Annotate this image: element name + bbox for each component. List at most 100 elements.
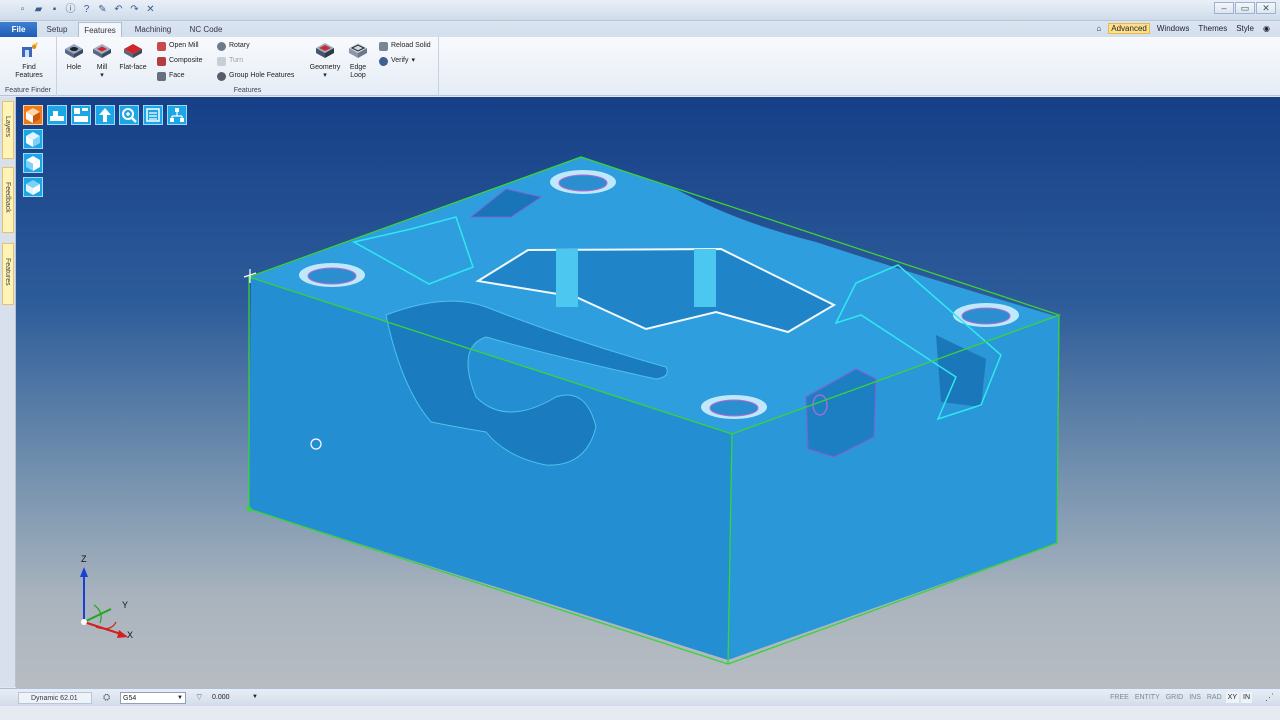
mill-label: Mill xyxy=(96,64,108,71)
style-menu[interactable]: Style xyxy=(1234,24,1256,33)
chevron-down-icon: ▼ xyxy=(252,694,258,700)
find-features-button[interactable]: Find Features xyxy=(10,41,48,80)
mill-dropdown-arrow[interactable]: ▾ xyxy=(89,72,115,80)
cancel-icon[interactable]: ✕ xyxy=(144,3,157,16)
hole-label: Hole xyxy=(66,64,82,71)
dynamic-rotation-status[interactable]: Dynamic 62.01 xyxy=(18,692,92,704)
coordinate-system-select[interactable]: G54 ▼ xyxy=(120,692,186,704)
edge-loop-button[interactable]: Edge Loop xyxy=(344,41,372,80)
flat-face-label: Flat-face xyxy=(119,64,147,71)
verify-icon xyxy=(379,56,388,66)
flag-grid[interactable]: GRID xyxy=(1164,692,1186,703)
coordinate-system-value: G54 xyxy=(123,695,137,702)
open-mill-icon xyxy=(157,41,166,51)
flag-entity[interactable]: ENTITY xyxy=(1133,692,1162,703)
undo-icon[interactable]: ↶ xyxy=(112,3,125,16)
right-menu: ⌂ Advanced Windows Themes Style ◉ xyxy=(1094,23,1272,34)
rotary-label: Rotary xyxy=(229,42,250,49)
window-bottom-edge xyxy=(0,706,1280,720)
group-feature-finder: Find Features Feature Finder xyxy=(0,37,57,96)
ribbon-tab-row: File Setup Features Machining NC Code ⌂ … xyxy=(0,21,1280,37)
hole-right xyxy=(953,303,1019,327)
flat-face-button[interactable]: Flat-face xyxy=(117,41,149,72)
flag-xy[interactable]: XY xyxy=(1225,692,1239,703)
face-icon xyxy=(157,71,166,81)
group-hole-label: Group Hole Features xyxy=(229,72,295,79)
composite-icon xyxy=(157,56,166,66)
window-controls: – ▭ ✕ xyxy=(1214,2,1276,14)
rotary-button[interactable]: Rotary xyxy=(217,40,250,52)
flag-free[interactable]: FREE xyxy=(1108,692,1131,703)
tab-features[interactable]: Features xyxy=(78,22,122,37)
turn-label: Turn xyxy=(229,57,244,64)
redo-icon[interactable]: ↷ xyxy=(128,3,141,16)
mill-button[interactable]: Mill ▾ xyxy=(89,41,115,80)
hole-icon xyxy=(65,44,83,58)
hole-top xyxy=(550,170,616,194)
axis-triad xyxy=(80,567,128,638)
group-hole-features-button[interactable]: Group Hole Features xyxy=(217,70,294,82)
value-select[interactable]: 0.000 ▼ xyxy=(210,692,260,704)
close-button[interactable]: ✕ xyxy=(1256,2,1276,14)
new-file-icon[interactable]: ▫ xyxy=(16,3,29,16)
hole-button[interactable]: Hole xyxy=(62,41,86,72)
mill-icon xyxy=(93,44,111,58)
flag-in[interactable]: IN xyxy=(1241,692,1252,703)
find-label: Find xyxy=(22,64,36,71)
advanced-menu[interactable]: Advanced xyxy=(1108,23,1150,34)
side-tab-features-label: Features xyxy=(4,258,11,286)
graphics-viewport[interactable]: Z Y X xyxy=(16,97,1280,688)
rotary-icon xyxy=(217,41,226,51)
axis-y-label: Y xyxy=(122,600,129,610)
help-icon[interactable]: ? xyxy=(80,3,93,16)
part-model[interactable] xyxy=(16,97,1280,688)
value-readout: 0.000 xyxy=(212,694,230,701)
side-tab-feedback[interactable]: Feedback xyxy=(2,167,14,233)
geometry-button[interactable]: Geometry ▾ xyxy=(307,41,343,80)
hole-front xyxy=(701,395,767,419)
side-tab-layers[interactable]: Layers xyxy=(2,101,14,159)
tab-setup[interactable]: Setup xyxy=(40,22,74,37)
help-circle-icon[interactable]: ◉ xyxy=(1261,24,1272,33)
side-tab-layers-label: Layers xyxy=(4,116,11,138)
resize-grip-icon[interactable]: ⋰ xyxy=(1265,692,1274,703)
composite-label: Composite xyxy=(169,57,203,64)
tools-icon[interactable]: ✎ xyxy=(96,3,109,16)
composite-button[interactable]: Composite xyxy=(157,55,202,67)
tab-nc-code[interactable]: NC Code xyxy=(184,22,228,37)
flag-rad[interactable]: RAD xyxy=(1205,692,1224,703)
home-icon[interactable]: ⌂ xyxy=(1094,24,1103,33)
face-label: Face xyxy=(169,72,185,79)
minimize-button[interactable]: – xyxy=(1214,2,1234,14)
boss-right xyxy=(694,249,716,307)
open-folder-icon[interactable]: ▰ xyxy=(32,3,45,16)
info-icon[interactable]: ⓘ xyxy=(64,3,77,16)
axis-x-label: X xyxy=(127,630,134,640)
side-tab-feedback-label: Feedback xyxy=(4,182,11,213)
maximize-button[interactable]: ▭ xyxy=(1235,2,1255,14)
save-icon[interactable]: ▪ xyxy=(48,3,61,16)
boss-left xyxy=(556,249,578,307)
group-hole-icon xyxy=(217,71,226,81)
face-button[interactable]: Face xyxy=(157,70,185,82)
windows-menu[interactable]: Windows xyxy=(1155,24,1191,33)
tab-file[interactable]: File xyxy=(0,22,37,37)
verify-dropdown-arrow[interactable]: ▾ xyxy=(412,55,416,67)
status-bar: Dynamic 62.01 ⛭ G54 ▼ ⌔ 0.000 ▼ ⋰ FREE ENT… xyxy=(0,688,1280,706)
status-flags: FREE ENTITY GRID INS RAD XY IN xyxy=(1108,692,1252,703)
find-features-icon xyxy=(22,42,38,57)
axis-z-label: Z xyxy=(81,554,87,564)
geometry-dropdown-arrow[interactable]: ▾ xyxy=(307,72,343,80)
chevron-down-icon: ▼ xyxy=(177,695,183,701)
loop-label: Loop xyxy=(350,72,366,79)
turn-button[interactable]: Turn xyxy=(217,55,243,67)
open-mill-button[interactable]: Open Mill xyxy=(157,40,199,52)
themes-menu[interactable]: Themes xyxy=(1196,24,1229,33)
features-label: Features xyxy=(15,72,43,79)
reload-solid-button[interactable]: Reload Solid xyxy=(379,40,431,52)
flag-ins[interactable]: INS xyxy=(1187,692,1203,703)
verify-button[interactable]: Verify ▾ xyxy=(379,55,415,67)
side-tab-features[interactable]: Features xyxy=(2,243,14,305)
group-features: Hole Mill ▾ Flat-face Open Mill Composit… xyxy=(57,37,439,96)
tab-machining[interactable]: Machining xyxy=(128,22,178,37)
